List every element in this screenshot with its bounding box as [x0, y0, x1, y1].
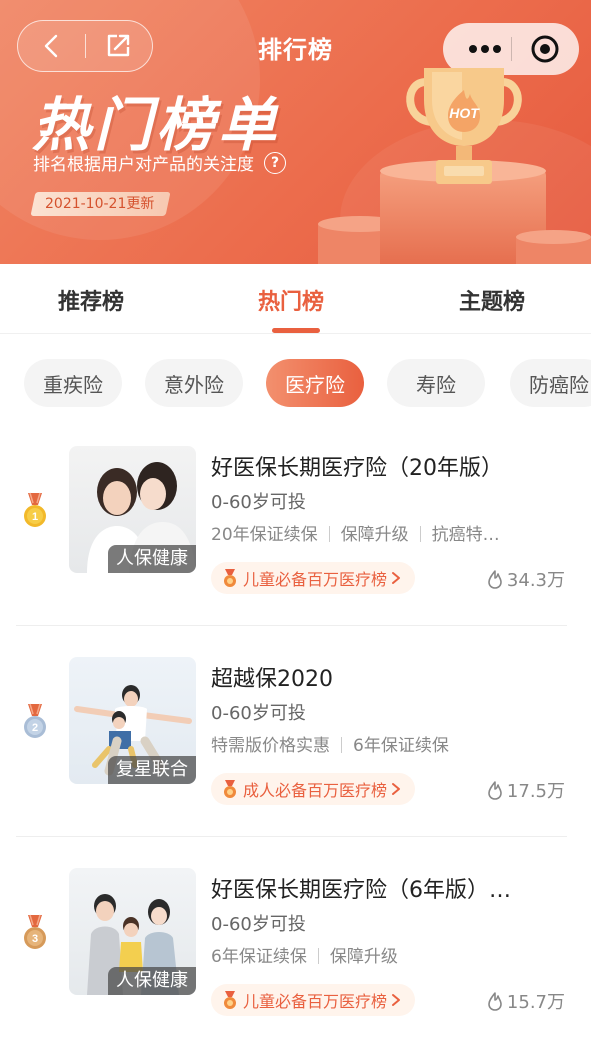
heat-count: 34.3万: [486, 566, 565, 592]
product-age-range: 0-60岁可投: [211, 914, 306, 935]
insurer-label: 人保健康: [108, 967, 196, 995]
chip-accident[interactable]: 意外险: [145, 359, 243, 407]
tab-hot[interactable]: 热门榜: [258, 284, 324, 316]
insurer-label: 复星联合: [108, 756, 196, 784]
product-age-range: 0-60岁可投: [211, 703, 306, 724]
medal-icon: [224, 569, 236, 587]
rank-number: 1: [32, 511, 38, 523]
feature-text: 保障升级: [329, 947, 398, 967]
feature-text: 抗癌特…: [431, 525, 500, 545]
ranking-tag[interactable]: 儿童必备百万医疗榜: [211, 562, 416, 594]
more-dots-icon: [469, 45, 501, 53]
chip-cancer[interactable]: 防癌险: [510, 359, 591, 407]
help-question-icon[interactable]: ?: [264, 151, 286, 174]
tab-theme[interactable]: 主题榜: [459, 284, 525, 316]
heat-count: 15.7万: [486, 988, 565, 1014]
rank-number: 3: [32, 933, 38, 945]
flame-icon: [488, 781, 502, 800]
medal-icon: [224, 780, 236, 798]
feature-text: 保障升级: [340, 525, 409, 545]
update-date-tag: 2021-10-21更新: [30, 192, 171, 216]
product-features: 特需版价格实惠 6年保证续保: [211, 731, 561, 756]
heat-value: 34.3万: [506, 570, 565, 591]
trophy-text: HOT: [449, 105, 480, 121]
pedestal-decor: [516, 230, 591, 244]
rank-number: 2: [32, 722, 38, 734]
chevron-right-icon: [392, 994, 401, 1006]
heat-value: 17.5万: [506, 781, 565, 802]
product-name: 超越保2020: [211, 667, 333, 692]
chip-medical[interactable]: 医疗险: [266, 359, 364, 407]
product-image: 复星联合: [69, 657, 196, 784]
hero-subtitle: 排名根据用户对产品的关注度 ?: [33, 150, 286, 175]
flame-icon: [488, 992, 502, 1011]
ranking-tag-text: 儿童必备百万医疗榜: [243, 570, 388, 589]
feature-text: 特需版价格实惠: [211, 736, 330, 756]
active-tab-indicator: [272, 328, 320, 333]
list-item[interactable]: 3 人保健康 好医保长期医疗险（6年版）… 0-60岁可投 6年保证续保 保障升级…: [0, 837, 591, 1046]
chip-life[interactable]: 寿险: [387, 359, 485, 407]
ranking-tag-text: 成人必备百万医疗榜: [243, 781, 388, 800]
ranking-tag-text: 儿童必备百万医疗榜: [243, 992, 388, 1011]
product-image: 人保健康: [69, 868, 196, 995]
flame-icon: [488, 570, 502, 589]
product-name: 好医保长期医疗险（20年版）: [211, 456, 503, 481]
tab-recommended[interactable]: 推荐榜: [58, 284, 124, 316]
close-miniprogram-icon: [531, 35, 559, 63]
medal-icon: 1: [24, 492, 46, 527]
chevron-right-icon: [392, 572, 401, 584]
hero-subtitle-text: 排名根据用户对产品的关注度: [33, 155, 254, 175]
hero-header: 排行榜 热门榜单 排名根据用户对产品的关注度 ? 2021-10-21更新 HO…: [0, 0, 591, 264]
ranking-tag[interactable]: 儿童必备百万医疗榜: [211, 984, 416, 1016]
heat-value: 15.7万: [506, 992, 565, 1013]
medal-icon: 3: [24, 914, 46, 949]
chip-critical-illness[interactable]: 重疾险: [24, 359, 122, 407]
product-name: 好医保长期医疗险（6年版）…: [211, 878, 511, 903]
heat-count: 17.5万: [486, 777, 565, 803]
product-features: 6年保证续保 保障升级: [211, 942, 561, 967]
insurer-label: 人保健康: [108, 545, 196, 573]
feature-text: 6年保证续保: [211, 947, 307, 967]
list-item[interactable]: 2 复星联合 超越保2020 0-60岁可投 特需版价格实惠 6年保证续保 成人必…: [0, 626, 591, 837]
list-item[interactable]: 1 人保健康 好医保长期医疗险（20年版） 0-60岁可投 20年保证续保 保障升…: [0, 415, 591, 626]
product-features: 20年保证续保 保障升级 抗癌特…: [211, 520, 561, 545]
product-age-range: 0-60岁可投: [211, 492, 306, 513]
medal-icon: [224, 991, 236, 1009]
feature-text: 20年保证续保: [211, 525, 318, 545]
update-date-text: 2021-10-21更新: [45, 196, 155, 212]
feature-text: 6年保证续保: [353, 736, 449, 756]
ranking-tabs: 推荐榜 热门榜 主题榜: [0, 264, 591, 334]
medal-icon: 2: [24, 703, 46, 738]
product-image: 人保健康: [69, 446, 196, 573]
ranking-tag[interactable]: 成人必备百万医疗榜: [211, 773, 416, 805]
chevron-right-icon: [392, 783, 401, 795]
trophy-icon: HOT: [406, 68, 522, 184]
